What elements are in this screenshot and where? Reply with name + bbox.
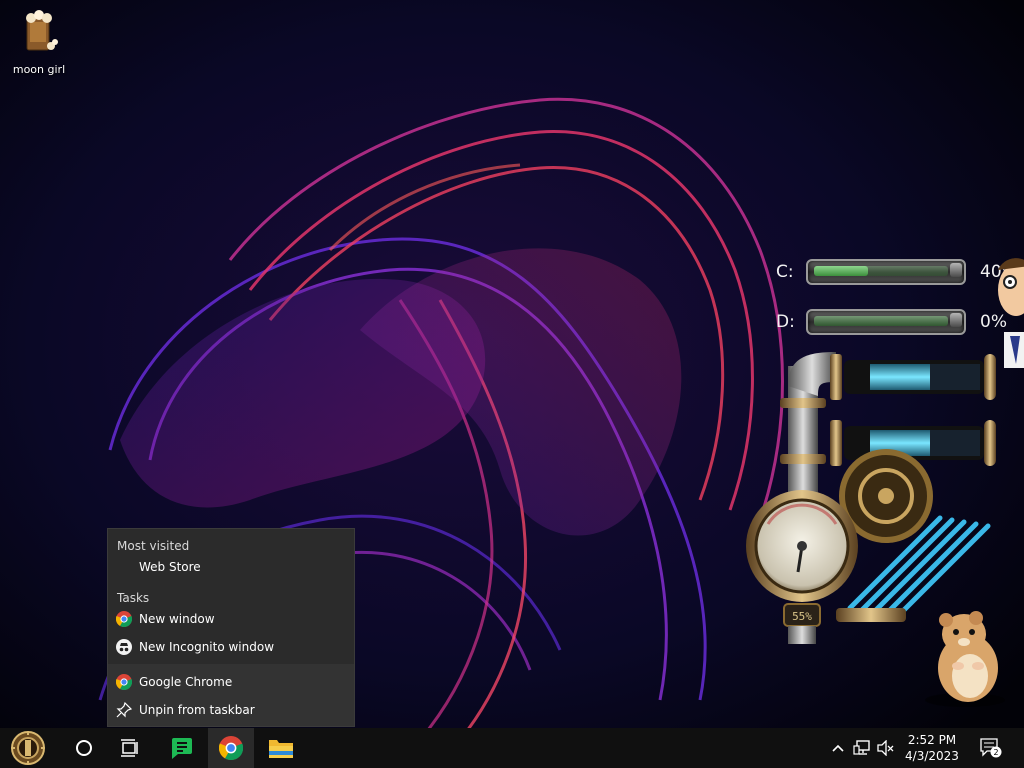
drive-d-letter: D: <box>776 312 795 332</box>
file-explorer-button[interactable] <box>258 728 304 768</box>
network-status-button[interactable] <box>850 728 874 768</box>
jumplist-item-label: Google Chrome <box>139 675 233 689</box>
drive-c-letter: C: <box>776 262 794 282</box>
chevron-up-icon <box>832 744 844 752</box>
notification-count: 2 <box>993 748 998 757</box>
volume-button[interactable] <box>874 728 898 768</box>
green-chat-icon <box>172 738 192 759</box>
chrome-taskbar-button[interactable] <box>208 728 254 768</box>
task-view-button[interactable] <box>110 728 150 768</box>
drive-c-fill <box>814 266 868 276</box>
clock-date: 4/3/2023 <box>905 749 959 763</box>
cortana-circle-icon <box>76 740 92 756</box>
taskbar: 2:52 PM 4/3/2023 2 <box>0 728 1024 768</box>
jumplist-item-label: New Incognito window <box>139 640 275 654</box>
steampunk-start-orb-icon <box>11 731 45 765</box>
task-view-icon <box>121 739 138 757</box>
hamster-desktop-pet <box>925 611 1005 707</box>
jumplist-item-label: Web Store <box>139 560 201 574</box>
jumplist-item-new-incognito-window[interactable]: New Incognito window <box>108 634 354 660</box>
popcorn-bag-icon <box>26 10 58 51</box>
drive-d-bar <box>806 309 966 335</box>
drive-d-gauge: D: 0% <box>776 308 1007 336</box>
volume-muted-icon <box>877 740 894 756</box>
search-button[interactable] <box>64 728 104 768</box>
clock-time: 2:52 PM <box>907 733 957 747</box>
jumplist-item-label: Unpin from taskbar <box>139 703 255 717</box>
chrome-icon <box>219 736 243 760</box>
clock[interactable]: 2:52 PM 4/3/2023 <box>900 728 964 768</box>
steampunk-readout: 55% <box>792 610 812 623</box>
drive-c-gauge: C: 40% <box>776 258 1018 286</box>
jumplist-item-new-window[interactable]: New window <box>108 606 354 632</box>
desktop-shortcut-label: moon girl <box>12 63 66 76</box>
chrome-jump-list: Most visited Web Store Tasks New window … <box>107 528 355 727</box>
app-green-button[interactable] <box>160 728 204 768</box>
chrome-icon <box>116 611 132 627</box>
jumplist-item-unpin[interactable]: Unpin from taskbar <box>108 697 354 723</box>
jumplist-item-google-chrome[interactable]: Google Chrome <box>108 669 354 695</box>
desktop-shortcut-moon-girl[interactable]: moon girl <box>8 8 70 77</box>
start-button[interactable] <box>8 728 48 768</box>
notification-center-button[interactable]: 2 <box>976 728 1006 768</box>
jumplist-item-label: New window <box>139 612 215 626</box>
network-icon <box>853 740 870 755</box>
incognito-icon <box>116 639 132 655</box>
unpin-icon <box>116 702 132 718</box>
steampunk-system-monitor: 55% <box>746 352 996 644</box>
jumplist-tasks-header: Tasks <box>117 591 150 605</box>
show-hidden-icons-button[interactable] <box>828 728 848 768</box>
chrome-icon <box>116 674 132 690</box>
jumplist-most-visited-header: Most visited <box>117 539 190 553</box>
jumplist-item-web-store[interactable]: Web Store <box>108 554 354 580</box>
folder-icon <box>269 740 293 758</box>
notification-center-icon: 2 <box>980 738 1002 758</box>
drive-c-bar <box>806 259 966 285</box>
